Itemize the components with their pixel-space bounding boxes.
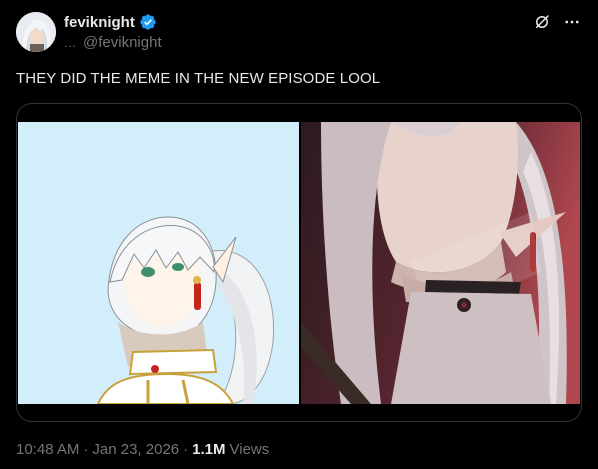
media-image-left[interactable] [18, 122, 299, 405]
media-image-right[interactable] [301, 122, 580, 404]
post-time[interactable]: 10:48 AM [16, 441, 79, 458]
handle-prefix: ... [64, 35, 78, 50]
meta-separator: · [183, 441, 189, 458]
meta-separator: · [83, 441, 89, 458]
post-date[interactable]: Jan 23, 2026 [92, 441, 179, 458]
handle[interactable]: @feviknight [83, 34, 162, 51]
avatar[interactable] [16, 12, 56, 52]
avatar-image [16, 12, 56, 52]
media-card[interactable] [16, 103, 582, 422]
views-count: 1.1M [192, 441, 226, 458]
display-name[interactable]: feviknight [64, 14, 135, 31]
more-icon[interactable] [562, 12, 582, 32]
verified-badge-icon [139, 13, 157, 31]
grok-icon[interactable] [532, 12, 552, 32]
meta-row: 10:48 AM · Jan 23, 2026 · 1.1M Views [16, 441, 269, 458]
views-label: Views [229, 441, 270, 458]
tweet-text: THEY DID THE MEME IN THE NEW EPISODE LOO… [16, 70, 381, 87]
